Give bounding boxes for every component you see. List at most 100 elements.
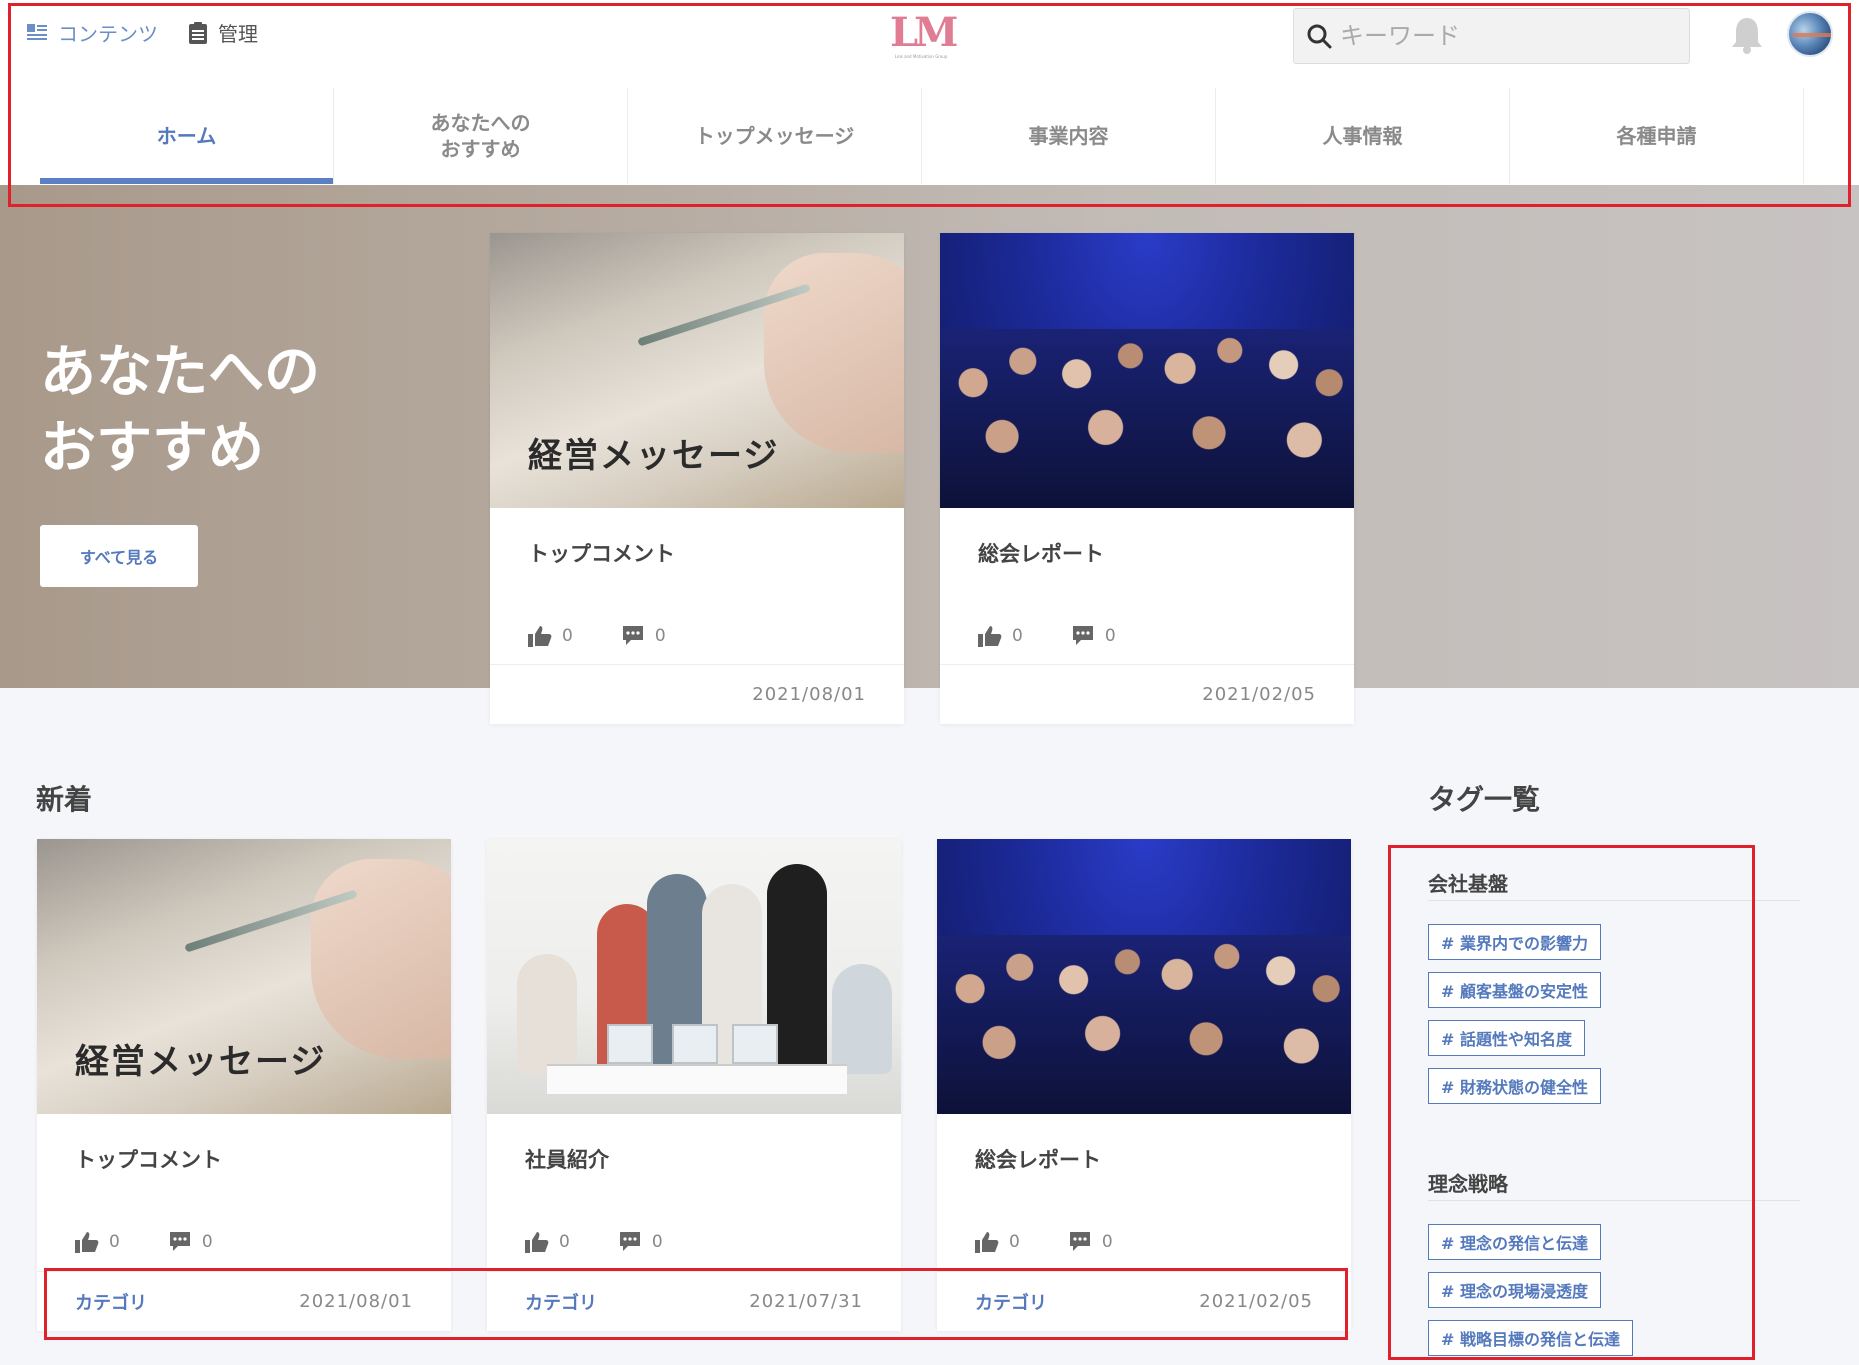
card-image: 経営メッセージ — [37, 839, 451, 1114]
category-link[interactable]: カテゴリ — [975, 1289, 1047, 1315]
site-header: コンテンツ 管理 LM Link and Motivation Group キー… — [0, 0, 1859, 185]
bell-icon[interactable] — [1730, 16, 1764, 54]
card-footer: カテゴリ 2021/08/01 — [37, 1271, 451, 1331]
main-nav: ホーム あなたへの おすすめ トップメッセージ 事業内容 人事情報 各種申請 — [40, 88, 1805, 184]
card-stats: 0 0 — [978, 625, 1164, 647]
comment-count: 0 — [651, 1232, 663, 1252]
card-image — [937, 839, 1351, 1114]
category-link[interactable]: カテゴリ — [75, 1289, 147, 1315]
comment-count: 0 — [654, 626, 666, 646]
card-title: 社員紹介 — [525, 1148, 609, 1172]
tag-chip[interactable]: # 財務状態の健全性 — [1428, 1068, 1601, 1104]
content-menu-label: コンテンツ — [58, 22, 158, 46]
see-all-button[interactable]: すべて見る — [40, 525, 198, 587]
card-title: 総会レポート — [978, 542, 1104, 566]
card-image: 経営メッセージ — [490, 233, 904, 508]
hero-title: あなたへの おすすめ — [40, 340, 320, 481]
search-box[interactable] — [1293, 8, 1690, 64]
clipboard-icon — [189, 21, 207, 44]
list-icon — [27, 23, 47, 40]
comment-icon — [619, 1232, 640, 1251]
comment-icon — [169, 1232, 190, 1251]
admin-menu-button[interactable]: 管理 — [188, 18, 258, 47]
category-link[interactable]: カテゴリ — [525, 1289, 597, 1315]
recommend-hero: あなたへの おすすめ すべて見る — [0, 185, 1859, 688]
tag-chip[interactable]: # 顧客基盤の安定性 — [1428, 972, 1601, 1008]
user-avatar[interactable] — [1787, 11, 1833, 57]
like-button[interactable]: 0 — [525, 1231, 570, 1253]
comment-count: 0 — [201, 1232, 213, 1252]
like-button[interactable]: 0 — [978, 625, 1023, 647]
comment-button[interactable]: 0 — [621, 625, 666, 647]
tag-divider — [1428, 1200, 1800, 1201]
new-section-title: 新着 — [36, 783, 93, 816]
comment-icon — [622, 626, 643, 645]
comment-icon — [1069, 1232, 1090, 1251]
tag-list-title: タグ一覧 — [1428, 783, 1541, 816]
new-card[interactable]: 社員紹介 0 0 カテゴリ 2021/07/31 — [487, 839, 901, 1331]
nav-tab-hr-info[interactable]: 人事情報 — [1216, 88, 1510, 184]
topbar: コンテンツ 管理 LM Link and Motivation Group — [0, 0, 1859, 88]
card-footer: 2021/02/05 — [940, 664, 1354, 724]
recommend-card[interactable]: 総会レポート 0 0 2021/02/05 — [940, 233, 1354, 724]
like-count: 0 — [1009, 1232, 1020, 1252]
thumbs-up-icon — [978, 626, 1002, 647]
recommend-card[interactable]: 経営メッセージ トップコメント 0 0 2021/08/01 — [490, 233, 904, 724]
like-button[interactable]: 0 — [975, 1231, 1020, 1253]
card-image — [940, 233, 1354, 508]
tag-group-title: 理念戦略 — [1428, 1172, 1508, 1196]
logo-mark: LM — [890, 9, 958, 56]
admin-menu-label: 管理 — [218, 22, 258, 46]
card-image-caption: 経営メッセージ — [75, 1042, 327, 1082]
card-date: 2021/08/01 — [299, 1291, 413, 1312]
like-count: 0 — [1012, 626, 1023, 646]
comment-button[interactable]: 0 — [168, 1231, 213, 1253]
tag-chip[interactable]: # 業界内での影響力 — [1428, 924, 1601, 960]
nav-tab-business[interactable]: 事業内容 — [922, 88, 1216, 184]
tag-divider — [1428, 900, 1800, 901]
card-title: トップコメント — [528, 542, 675, 566]
comment-button[interactable]: 0 — [1071, 625, 1116, 647]
card-title: トップコメント — [75, 1148, 222, 1172]
nav-tab-home[interactable]: ホーム — [40, 88, 334, 184]
site-logo[interactable]: LM Link and Motivation Group — [890, 9, 958, 60]
card-stats: 0 0 — [75, 1231, 261, 1253]
card-title: 総会レポート — [975, 1148, 1101, 1172]
card-stats: 0 0 — [525, 1231, 711, 1253]
like-button[interactable]: 0 — [75, 1231, 120, 1253]
thumbs-up-icon — [75, 1232, 99, 1253]
card-stats: 0 0 — [528, 625, 714, 647]
card-stats: 0 0 — [975, 1231, 1161, 1253]
comment-button[interactable]: 0 — [618, 1231, 663, 1253]
card-date: 2021/07/31 — [749, 1291, 863, 1312]
tag-chip[interactable]: # 戦略目標の発信と伝達 — [1428, 1320, 1633, 1356]
tag-group-title: 会社基盤 — [1428, 872, 1508, 896]
card-date: 2021/02/05 — [1202, 684, 1316, 705]
thumbs-up-icon — [975, 1232, 999, 1253]
like-count: 0 — [109, 1232, 120, 1252]
thumbs-up-icon — [525, 1232, 549, 1253]
thumbs-up-icon — [528, 626, 552, 647]
nav-tab-top-message[interactable]: トップメッセージ — [628, 88, 922, 184]
like-button[interactable]: 0 — [528, 625, 573, 647]
card-image-caption: 経営メッセージ — [528, 436, 780, 476]
search-input[interactable] — [1340, 22, 1670, 50]
nav-tab-applications[interactable]: 各種申請 — [1510, 88, 1804, 184]
nav-tab-recommended[interactable]: あなたへの おすすめ — [334, 88, 628, 184]
card-footer: カテゴリ 2021/02/05 — [937, 1271, 1351, 1331]
search-icon — [1307, 24, 1332, 49]
tag-chip[interactable]: # 理念の発信と伝達 — [1428, 1224, 1601, 1260]
like-count: 0 — [559, 1232, 570, 1252]
comment-button[interactable]: 0 — [1068, 1231, 1113, 1253]
card-footer: カテゴリ 2021/07/31 — [487, 1271, 901, 1331]
content-menu-button[interactable]: コンテンツ — [26, 18, 158, 47]
like-count: 0 — [562, 626, 573, 646]
card-image — [487, 839, 901, 1114]
new-card[interactable]: 経営メッセージ トップコメント 0 0 カテゴリ 2021/08/01 — [37, 839, 451, 1331]
card-date: 2021/02/05 — [1199, 1291, 1313, 1312]
tag-chip[interactable]: # 理念の現場浸透度 — [1428, 1272, 1601, 1308]
card-footer: 2021/08/01 — [490, 664, 904, 724]
new-card[interactable]: 総会レポート 0 0 カテゴリ 2021/02/05 — [937, 839, 1351, 1331]
card-date: 2021/08/01 — [752, 684, 866, 705]
tag-chip[interactable]: # 話題性や知名度 — [1428, 1020, 1585, 1056]
